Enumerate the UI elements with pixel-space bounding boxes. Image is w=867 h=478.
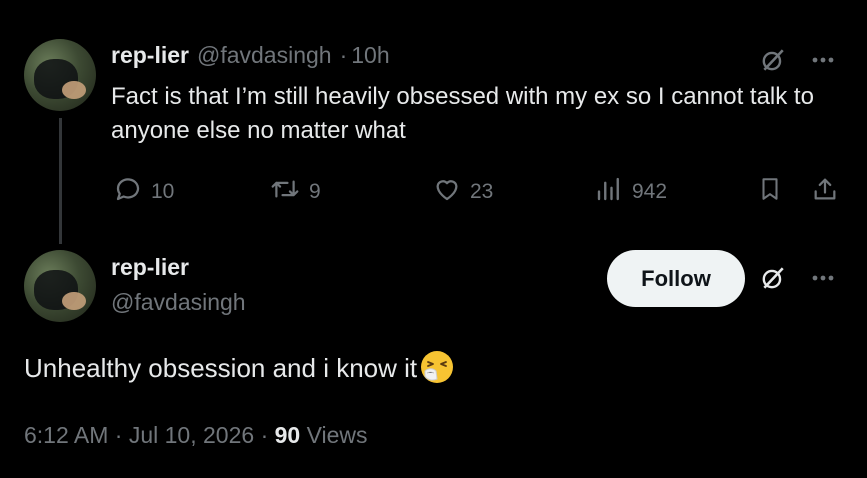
avatar[interactable]: [24, 39, 96, 111]
like-icon: [432, 174, 462, 210]
repost-button[interactable]: 9: [269, 174, 321, 210]
separator: ·: [339, 42, 348, 68]
sneezing-face-icon: [419, 349, 455, 385]
meta-dot: ·: [260, 422, 269, 448]
reply-button[interactable]: 10: [113, 174, 174, 210]
tweet-text-content: Unhealthy obsession and i know it: [24, 353, 418, 383]
handle[interactable]: @favdasingh: [197, 42, 332, 69]
repost-count: 9: [309, 180, 321, 203]
tweet-text: Unhealthy obsession and i know it: [24, 349, 455, 387]
handle[interactable]: @favdasingh: [111, 289, 246, 316]
display-name[interactable]: rep-lier: [111, 254, 189, 281]
grok-icon[interactable]: [757, 262, 789, 294]
tweet-time[interactable]: 6:12 AM: [24, 422, 108, 448]
display-name[interactable]: rep-lier: [111, 42, 189, 69]
reply-header: rep-lier @favdasingh · 10h: [111, 42, 390, 69]
bookmark-icon[interactable]: [755, 174, 785, 204]
reply-icon: [113, 174, 143, 210]
more-icon[interactable]: [807, 44, 839, 76]
more-icon[interactable]: [807, 262, 839, 294]
grok-icon[interactable]: [757, 44, 789, 76]
share-icon[interactable]: [810, 174, 840, 204]
tweet-date[interactable]: Jul 10, 2026: [129, 422, 254, 448]
views-label: Views: [306, 422, 368, 448]
tweet-meta: 6:12 AM · Jul 10, 2026 · 90 Views: [24, 422, 368, 449]
views-count: 942: [632, 180, 668, 203]
meta-dot: ·: [114, 422, 123, 448]
repost-icon: [269, 174, 301, 210]
views-button[interactable]: 942: [594, 174, 667, 210]
reply-text: Fact is that I’m still heavily obsessed …: [111, 83, 814, 144]
like-count: 23: [470, 180, 494, 203]
view-count: 90: [274, 422, 301, 448]
like-button[interactable]: 23: [432, 174, 493, 210]
thread-line: [59, 118, 62, 244]
reply-count: 10: [151, 180, 175, 203]
timestamp[interactable]: 10h: [351, 42, 389, 69]
avatar[interactable]: [24, 250, 96, 322]
follow-button[interactable]: Follow: [607, 250, 745, 307]
views-icon: [594, 174, 624, 210]
